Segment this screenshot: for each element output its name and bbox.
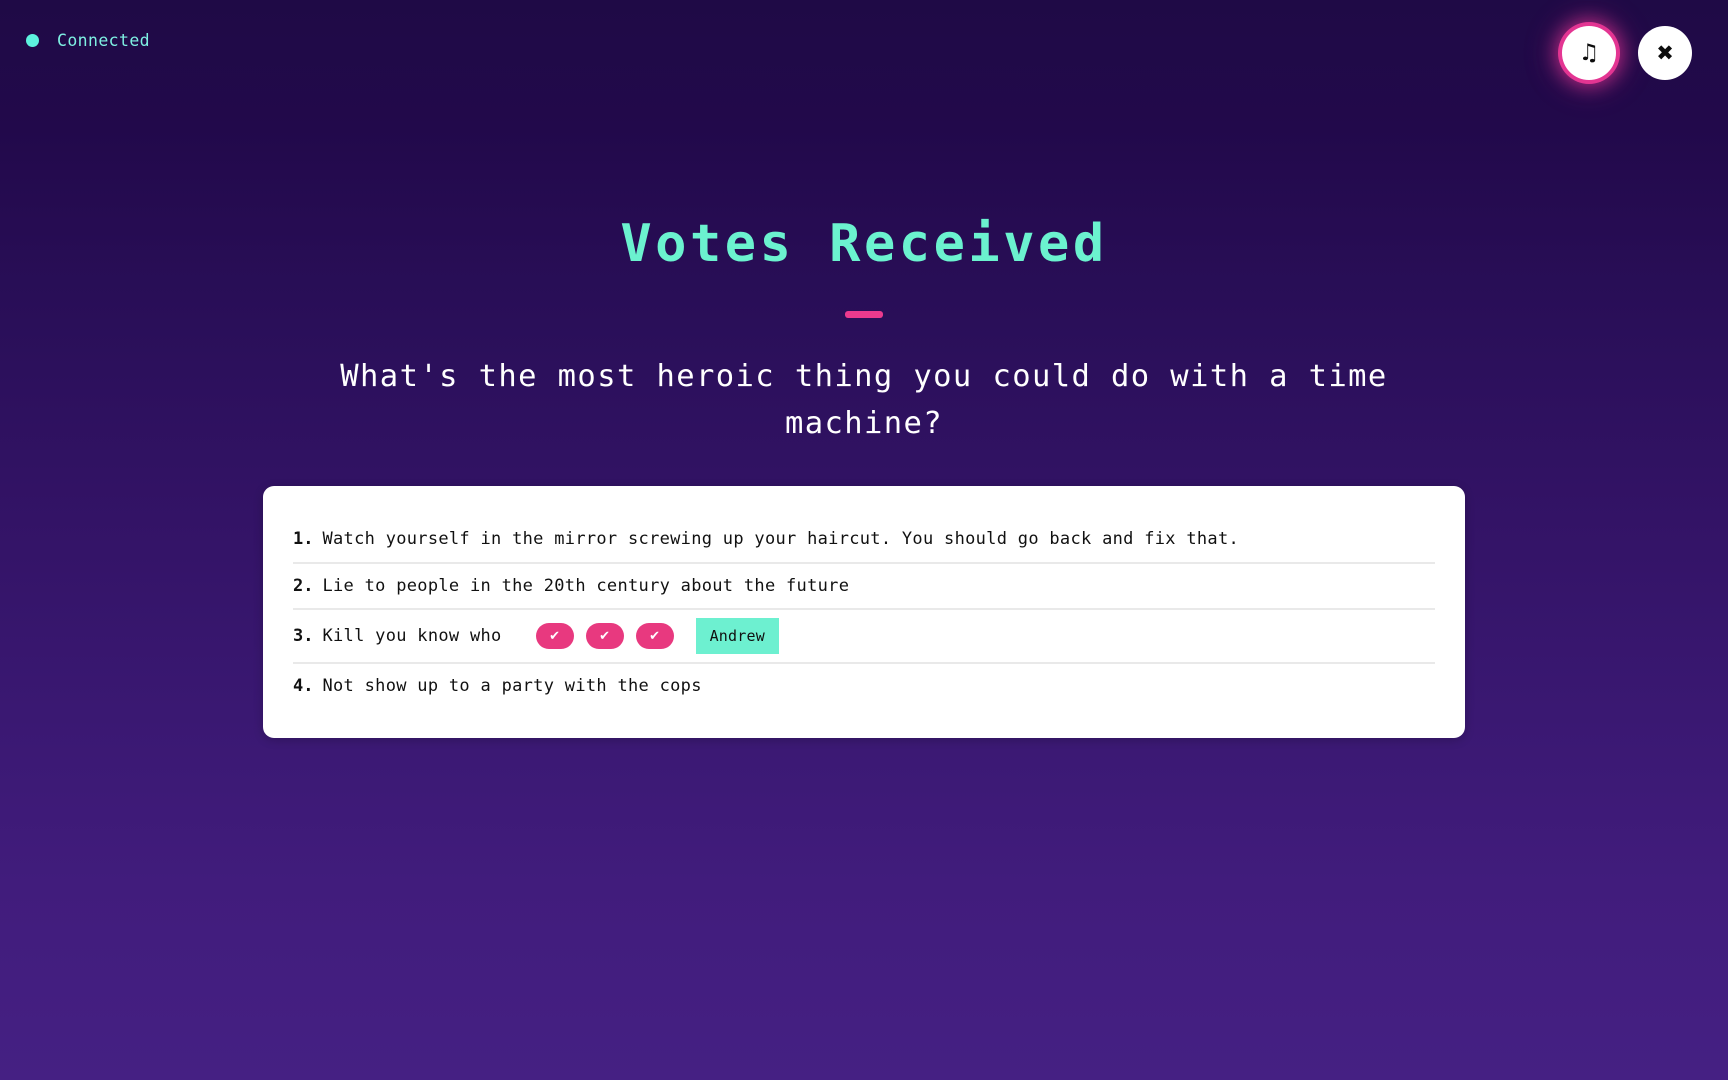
check-icon: ✔ [649, 628, 661, 644]
check-icon: ✔ [599, 628, 611, 644]
answers-card: 1. Watch yourself in the mirror screwing… [263, 486, 1465, 739]
answer-row[interactable]: 4. Not show up to a party with the cops [293, 662, 1435, 708]
answer-number: 3. [293, 626, 314, 647]
answer-number: 1. [293, 529, 314, 550]
answer-text: Lie to people in the 20th century about … [322, 576, 850, 597]
answer-number: 2. [293, 576, 314, 597]
page-title: Votes Received [620, 214, 1108, 274]
check-icon: ✔ [549, 628, 561, 644]
answer-text: Kill you know who [322, 626, 502, 647]
vote-badge: ✔ [585, 623, 624, 650]
answer-text: Watch yourself in the mirror screwing up… [322, 529, 1240, 550]
answer-row[interactable]: 1. Watch yourself in the mirror screwing… [293, 516, 1435, 562]
vote-badge: ✔ [635, 623, 674, 650]
vote-badge: ✔ [535, 623, 574, 650]
main-content: Votes Received What's the most heroic th… [0, 0, 1728, 1080]
answer-row[interactable]: 3. Kill you know who ✔ ✔ ✔ Andrew [293, 608, 1435, 662]
answer-number: 4. [293, 676, 314, 697]
vote-badge-group: ✔ ✔ ✔ Andrew [535, 618, 779, 655]
question-text: What's the most heroic thing you could d… [340, 359, 1388, 442]
answer-row[interactable]: 2. Lie to people in the 20th century abo… [293, 562, 1435, 608]
title-accent-divider [845, 311, 883, 319]
voter-name-tag: Andrew [695, 618, 779, 655]
answer-text: Not show up to a party with the cops [322, 676, 702, 697]
